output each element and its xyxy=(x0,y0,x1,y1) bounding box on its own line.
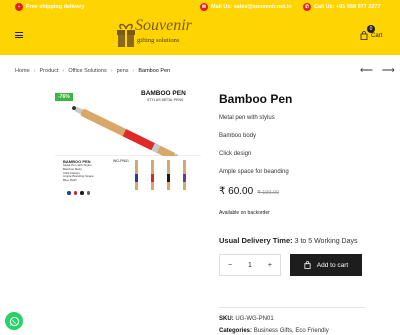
cart-label: Cart xyxy=(371,32,383,39)
add-to-cart-label: Add to cart xyxy=(316,261,349,269)
old-price: ₹ 199.00 xyxy=(257,190,280,196)
chevron-right-icon: › xyxy=(33,68,36,74)
delivery-label: Usual Delivery Time: xyxy=(219,236,293,245)
cart-count-badge: 0 xyxy=(367,25,375,33)
delivery-info: Usual Delivery Time: 3 to 5 Working Days xyxy=(219,236,358,245)
current-price: ₹ 60.00 xyxy=(219,186,254,197)
arrow-left-icon[interactable]: ⟵ xyxy=(360,65,373,76)
menu-icon[interactable] xyxy=(15,32,23,38)
pen-variants-illustration xyxy=(135,160,186,190)
discount-badge: -76% xyxy=(55,93,73,101)
divider xyxy=(219,307,365,308)
feature-item: Click design xyxy=(219,151,252,157)
image-title: BAMBOO PEN xyxy=(141,90,186,97)
arrow-right-icon[interactable]: ⟶ xyxy=(382,65,395,76)
categories-label: Categories: xyxy=(219,328,253,334)
breadcrumb-office-solutions[interactable]: Office Solutions xyxy=(68,68,106,74)
whatsapp-button[interactable] xyxy=(5,312,23,330)
shipping-notice: ▪ Free shipping delivery xyxy=(15,3,84,11)
color-swatch xyxy=(86,191,90,195)
mail-link[interactable]: ✉ Mail Us: sales@souvenir.net.in xyxy=(200,3,292,11)
gift-box-icon xyxy=(117,23,135,47)
delivery-value: 3 to 5 Working Days xyxy=(294,238,358,245)
logo-subtitle: gifting solutions xyxy=(137,37,180,44)
mail-text: Mail Us: sales@souvenir.net.in xyxy=(211,4,292,10)
product-image[interactable]: -76% BAMBOO PEN STYLUS METAL PENS BAMBOO… xyxy=(55,86,201,198)
chevron-right-icon: › xyxy=(110,68,113,74)
categories-row: Categories: Business Gifts, Eco Friendly xyxy=(219,328,329,334)
sku-value: UG-WG-PN01 xyxy=(235,316,274,322)
logo-title: Souvenir xyxy=(135,17,192,34)
product-title: Bamboo Pen xyxy=(219,92,293,106)
color-swatch xyxy=(67,191,71,195)
chevron-right-icon: › xyxy=(62,68,65,74)
add-to-cart-button[interactable]: Add to cart xyxy=(290,254,362,276)
price-row: ₹ 60.00 ₹ 199.00 xyxy=(219,186,279,197)
color-swatches xyxy=(67,191,90,195)
feature-item: Ample space for beanding xyxy=(219,169,289,175)
chevron-right-icon: › xyxy=(132,68,135,74)
sku-row: SKU: UG-WG-PN01 xyxy=(219,316,274,322)
image-detail-list: Metal Pen with Stylus Bamboo Body Click … xyxy=(63,163,94,183)
quantity-value[interactable]: 1 xyxy=(248,262,252,269)
whatsapp-icon xyxy=(9,316,19,326)
call-text: Call Us: +91 958 977 2277 xyxy=(314,4,381,10)
shipping-text: Free shipping delivery xyxy=(26,4,85,10)
bag-icon xyxy=(360,31,368,40)
categories-value[interactable]: Business Gifts, Eco Friendly xyxy=(254,328,329,334)
breadcrumb-home[interactable]: Home xyxy=(15,68,30,74)
call-link[interactable]: ✆ Call Us: +91 958 977 2277 xyxy=(303,3,381,11)
breadcrumb-pens[interactable]: pens xyxy=(117,68,129,74)
plus-icon[interactable]: + xyxy=(268,262,272,269)
sku-label: SKU: xyxy=(219,316,234,322)
site-header: Souvenir gifting solutions 0 Cart xyxy=(0,14,400,55)
site-logo[interactable]: Souvenir gifting solutions xyxy=(115,17,195,51)
image-detail-code: WG-PN01 xyxy=(113,159,129,163)
product-nav: ⟵ ⟶ xyxy=(360,65,395,76)
breadcrumb: Home › Product › Office Solutions › pens… xyxy=(15,68,170,74)
product-features: Metal pen with stylus Bamboo body Click … xyxy=(219,115,289,187)
product-image-main: -76% BAMBOO PEN STYLUS METAL PENS xyxy=(55,86,201,156)
image-subtitle: STYLUS METAL PENS xyxy=(147,98,184,102)
breadcrumb-product[interactable]: Product xyxy=(40,68,59,74)
truck-icon: ▪ xyxy=(15,3,23,11)
phone-icon: ✆ xyxy=(303,3,311,11)
cart-button[interactable]: 0 Cart xyxy=(360,25,383,40)
quantity-stepper[interactable]: − 1 + xyxy=(219,254,281,276)
feature-item: Bamboo body xyxy=(219,133,257,139)
color-swatch xyxy=(80,191,84,195)
stock-status: Available on backorder xyxy=(219,210,270,216)
product-image-details: BAMBOO PEN WG-PN01 Metal Pen with Stylus… xyxy=(55,156,201,198)
minus-icon[interactable]: − xyxy=(228,262,232,269)
mail-icon: ✉ xyxy=(200,3,208,11)
feature-item: Metal pen with stylus xyxy=(219,115,275,121)
detail-item: Blue Refill xyxy=(63,178,77,183)
bag-icon xyxy=(304,261,311,269)
top-bar: ▪ Free shipping delivery ✉ Mail Us: sale… xyxy=(0,0,400,14)
color-swatch xyxy=(73,191,77,195)
breadcrumb-current: Bamboo Pen xyxy=(138,68,171,74)
